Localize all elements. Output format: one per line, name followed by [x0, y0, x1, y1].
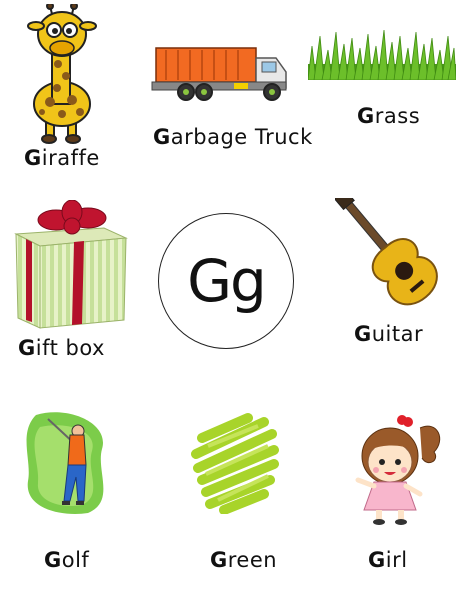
- giraffe-icon: [22, 2, 100, 144]
- label-golf: Golf: [44, 548, 90, 572]
- green-scribble-icon: [188, 410, 284, 515]
- label-garbage-truck: Garbage Truck: [153, 125, 313, 149]
- label-gift-box: Gift box: [18, 336, 105, 360]
- grass-icon: [307, 28, 457, 81]
- garbage-truck-icon: [150, 44, 290, 102]
- label-guitar: Guitar: [354, 322, 424, 346]
- center-letters: Gg: [187, 247, 267, 315]
- label-grass: Grass: [357, 104, 421, 128]
- center-letter-circle: Gg: [158, 213, 294, 349]
- girl-icon: [348, 410, 448, 526]
- label-giraffe: Giraffe: [24, 146, 100, 170]
- label-green: Green: [210, 548, 278, 572]
- gift-box-icon: [10, 199, 132, 332]
- golf-icon: [18, 405, 118, 517]
- label-girl: Girl: [368, 548, 408, 572]
- guitar-icon: [333, 189, 445, 310]
